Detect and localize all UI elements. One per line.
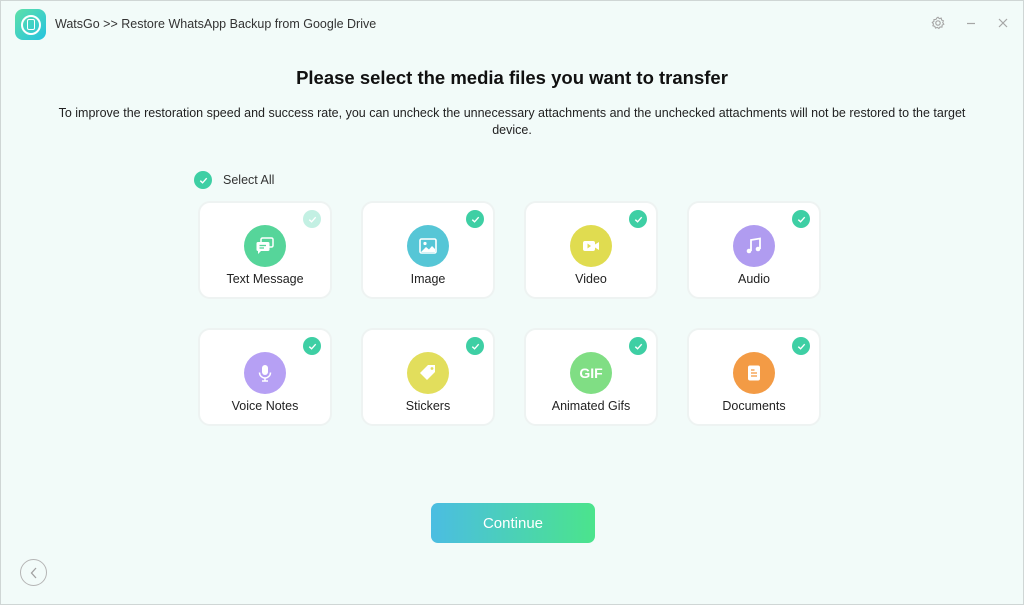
gear-icon[interactable]	[928, 13, 948, 33]
checkmark-icon	[194, 171, 212, 189]
checkmark-icon	[466, 210, 484, 228]
checkmark-icon	[792, 337, 810, 355]
video-icon	[570, 225, 612, 267]
media-label: Documents	[722, 399, 786, 413]
media-label: Stickers	[405, 399, 451, 413]
chat-icon	[244, 225, 286, 267]
media-label: Voice Notes	[231, 399, 299, 413]
page-title: Please select the media files you want t…	[296, 67, 728, 88]
media-card-text-message[interactable]: Text Message	[198, 201, 332, 299]
media-card-voice-notes[interactable]: Voice Notes	[198, 328, 332, 426]
media-card-documents[interactable]: Documents	[687, 328, 821, 426]
continue-button[interactable]: Continue	[431, 503, 595, 543]
select-all-label: Select All	[223, 173, 275, 187]
checkmark-icon	[629, 210, 647, 228]
app-logo-icon	[15, 9, 46, 40]
chevron-left-icon	[30, 567, 36, 578]
page-description: To improve the restoration speed and suc…	[58, 106, 966, 137]
image-icon	[407, 225, 449, 267]
media-card-stickers[interactable]: Stickers	[361, 328, 495, 426]
media-label: Image	[410, 272, 446, 286]
media-label: Video	[575, 272, 607, 286]
checkmark-icon	[303, 210, 321, 228]
media-card-video[interactable]: Video	[524, 201, 658, 299]
checkmark-icon	[629, 337, 647, 355]
media-label: Audio	[738, 272, 770, 286]
title-bar: WatsGo >> Restore WhatsApp Backup from G…	[1, 1, 1023, 47]
close-icon[interactable]	[993, 13, 1013, 33]
minimize-icon[interactable]	[961, 13, 981, 33]
media-label: Text Message	[226, 272, 304, 286]
microphone-icon	[244, 352, 286, 394]
select-all-checkbox[interactable]: Select All	[194, 171, 274, 189]
music-icon	[733, 225, 775, 267]
media-card-animated-gifs[interactable]: GIF Animated Gifs	[524, 328, 658, 426]
checkmark-icon	[466, 337, 484, 355]
media-card-image[interactable]: Image	[361, 201, 495, 299]
media-label: Animated Gifs	[551, 399, 631, 413]
window-title: WatsGo >> Restore WhatsApp Backup from G…	[55, 17, 377, 31]
back-button[interactable]	[20, 559, 47, 586]
tag-icon	[407, 352, 449, 394]
checkmark-icon	[303, 337, 321, 355]
media-card-audio[interactable]: Audio	[687, 201, 821, 299]
gif-icon: GIF	[570, 352, 612, 394]
document-icon	[733, 352, 775, 394]
checkmark-icon	[792, 210, 810, 228]
